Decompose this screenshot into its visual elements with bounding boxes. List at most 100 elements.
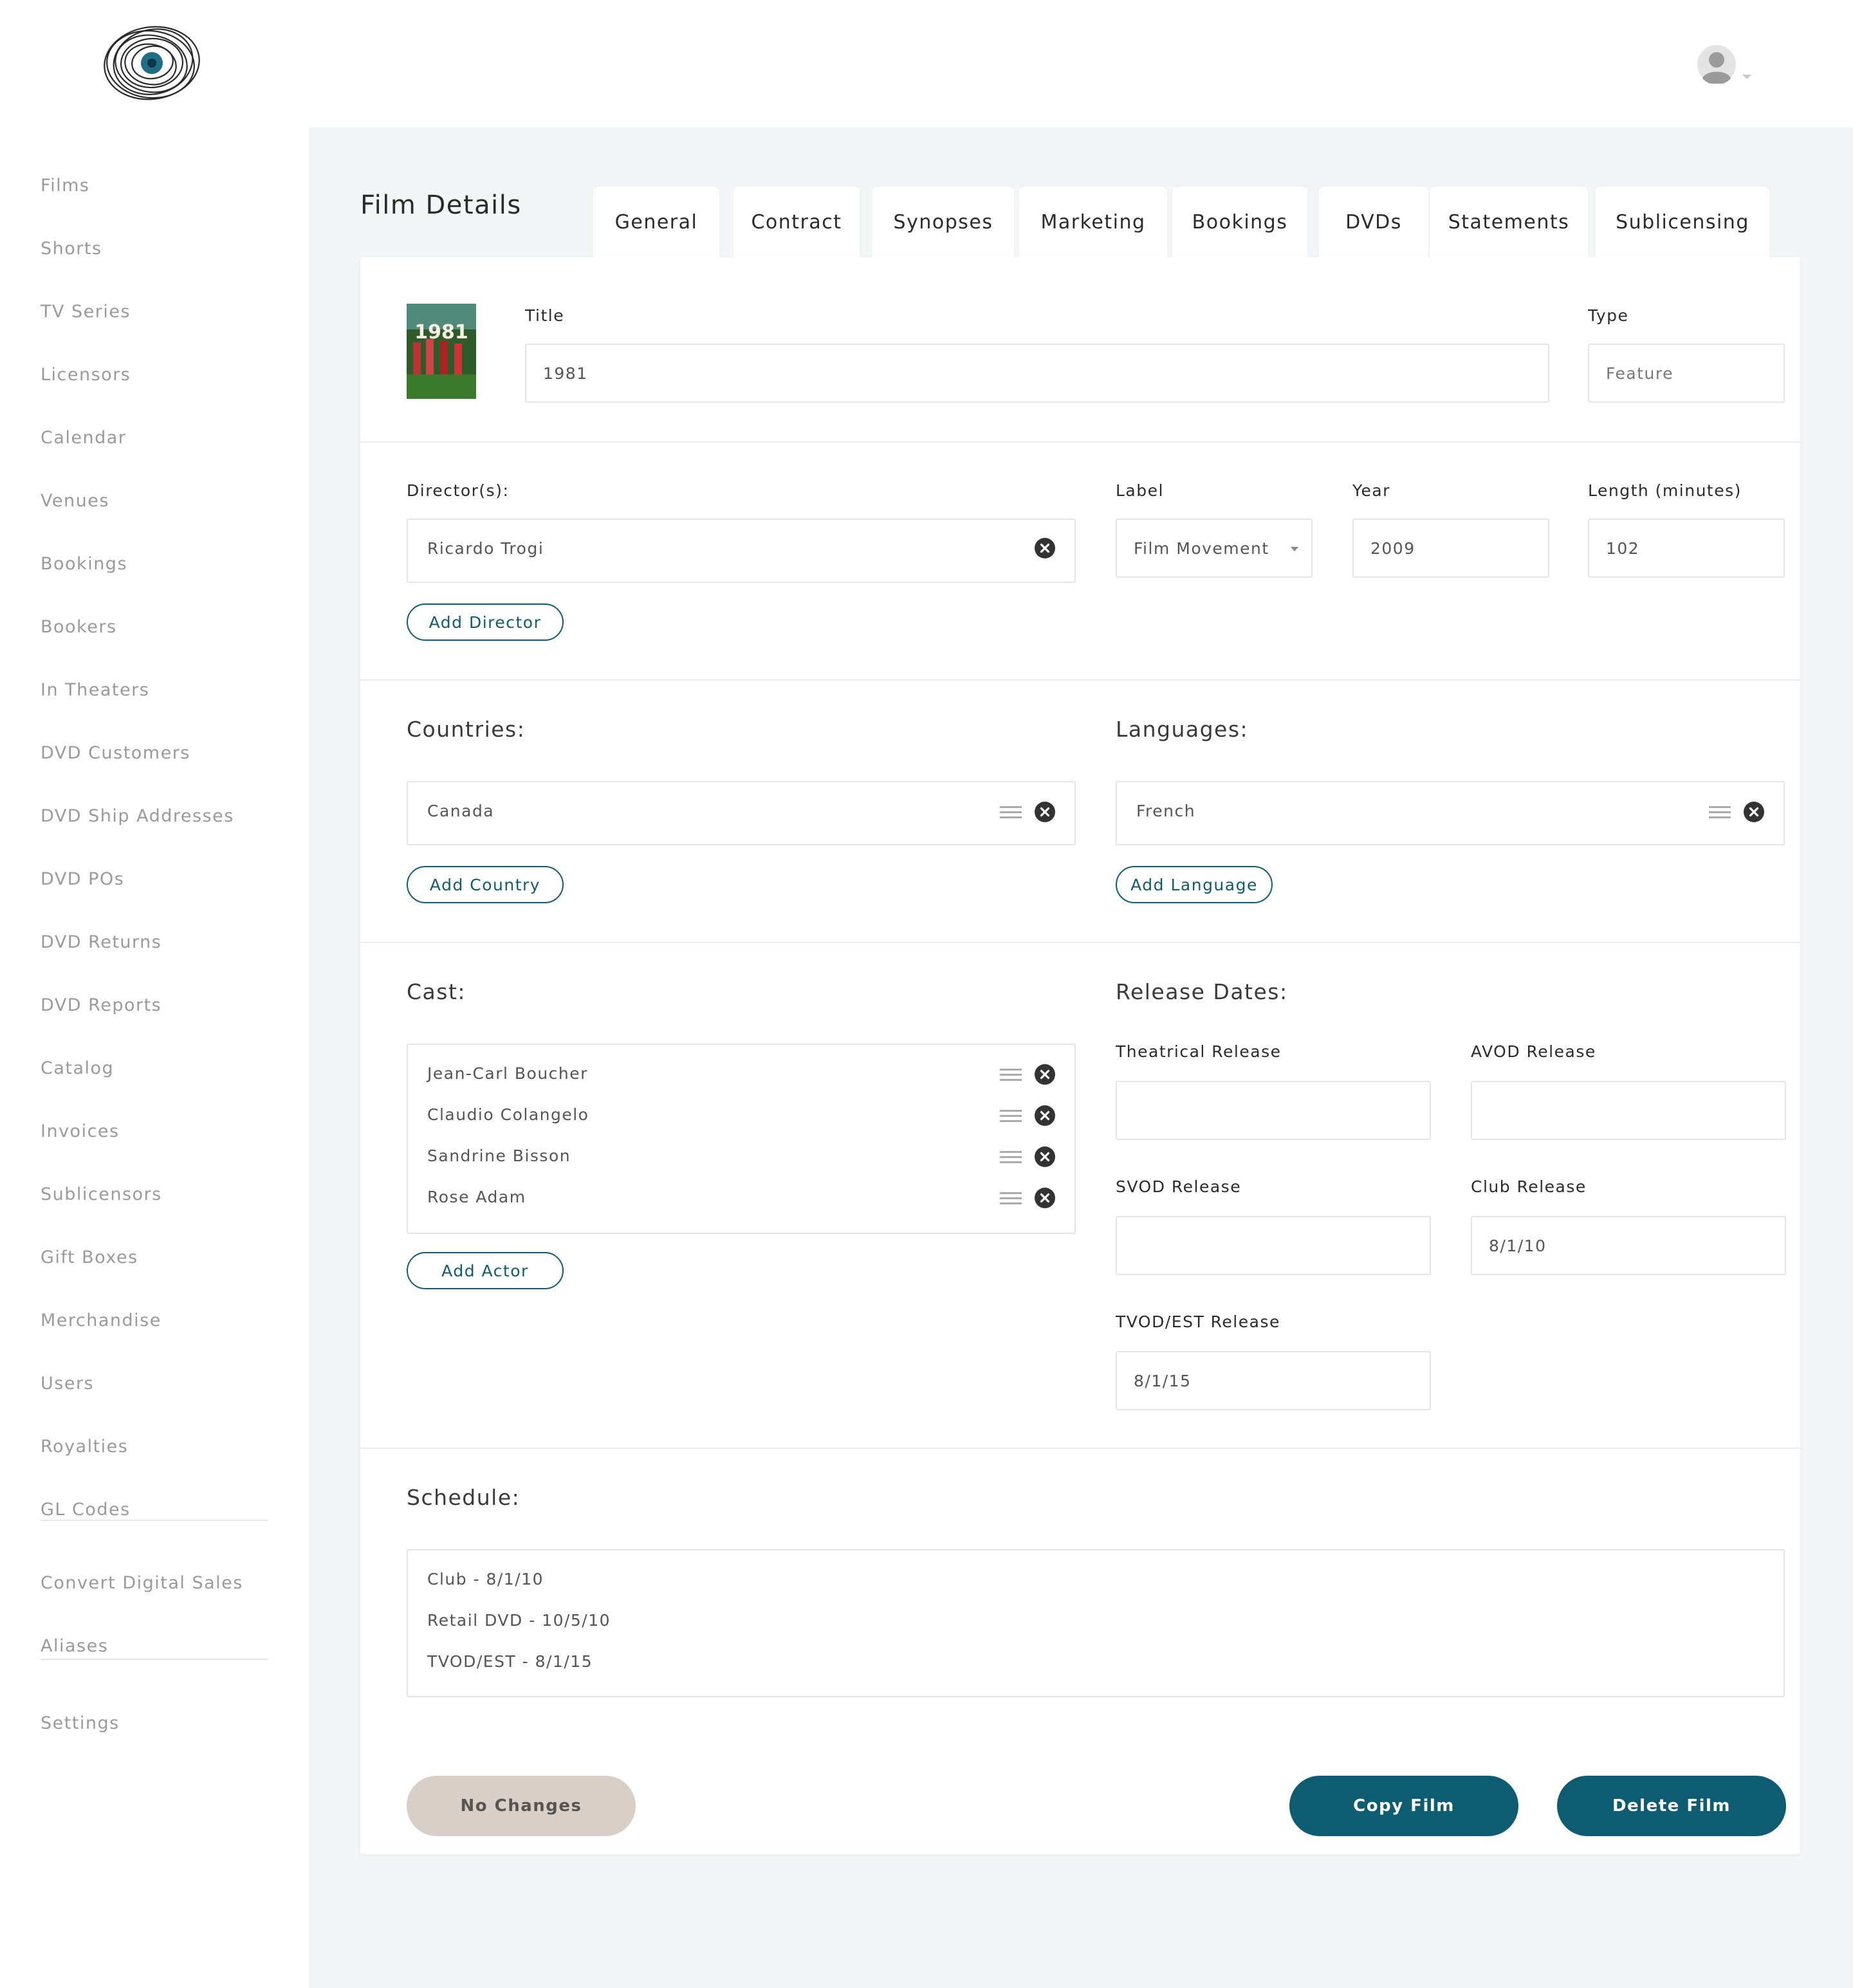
sidebar-item-aliases[interactable]: Aliases [41,1635,108,1657]
section-divider [360,942,1800,943]
close-circle-icon[interactable] [1035,538,1055,558]
poster-title: 1981 [414,321,468,344]
sidebar-divider [41,1520,268,1521]
close-circle-icon[interactable] [1035,1146,1055,1167]
section-divider [360,1448,1800,1449]
sidebar-item-bookers[interactable]: Bookers [41,616,117,638]
chevron-down-icon[interactable] [1742,75,1751,79]
sidebar-item-settings[interactable]: Settings [41,1713,120,1735]
year-input[interactable]: 2009 [1352,519,1549,578]
section-divider [360,679,1800,681]
countries-list: Canada [407,781,1076,845]
eye-logo-icon[interactable] [98,23,202,104]
schedule-list: Club - 8/1/10 Retail DVD - 10/5/10 TVOD/ES… [407,1549,1785,1697]
drag-handle-icon[interactable] [1000,1109,1022,1123]
tab-contract[interactable]: Contract [733,187,860,257]
sidebar: Films Shorts TV Series Licensors Calendar Ven… [0,0,309,1988]
tab-statements[interactable]: Statements [1430,187,1588,257]
label-select-value: Film Movement [1134,538,1269,558]
add-actor-button[interactable]: Add Actor [407,1252,564,1289]
type-label: Type [1588,306,1629,325]
label-label: Label [1116,481,1164,500]
schedule-label: Schedule: [407,1485,521,1510]
delete-film-button[interactable]: Delete Film [1557,1776,1786,1836]
no-changes-button[interactable]: No Changes [407,1776,636,1836]
tab-marketing[interactable]: Marketing [1019,187,1167,257]
language-name: French [1136,802,1196,820]
release-dates-label: Release Dates: [1116,979,1288,1004]
sidebar-item-convert-digital-sales[interactable]: Convert Digital Sales [41,1572,243,1594]
director-name: Ricardo Trogi [427,539,544,558]
add-country-button[interactable]: Add Country [407,866,564,903]
sidebar-item-dvd-pos[interactable]: DVD POs [41,869,124,890]
sidebar-item-dvd-customers[interactable]: DVD Customers [41,742,190,764]
sidebar-item-sublicensors[interactable]: Sublicensors [41,1184,162,1206]
schedule-item: Retail DVD - 10/5/10 [427,1611,611,1630]
copy-film-button[interactable]: Copy Film [1289,1776,1518,1836]
tab-synopses[interactable]: Synopses [872,187,1014,257]
drag-handle-icon[interactable] [1000,1068,1022,1082]
cast-member-name: Sandrine Bisson [427,1146,571,1165]
sidebar-item-invoices[interactable]: Invoices [41,1121,120,1143]
schedule-item: TVOD/EST - 8/1/15 [427,1652,593,1671]
sidebar-item-merchandise[interactable]: Merchandise [41,1310,161,1332]
country-name: Canada [427,802,495,820]
sidebar-item-gift-boxes[interactable]: Gift Boxes [41,1247,138,1269]
svod-release-input[interactable] [1116,1216,1431,1275]
sidebar-item-users[interactable]: Users [41,1373,94,1395]
add-language-button[interactable]: Add Language [1116,866,1273,903]
club-release-input[interactable]: 8/1/10 [1471,1216,1786,1275]
title-label: Title [525,306,565,325]
sidebar-item-venues[interactable]: Venues [41,490,109,512]
sidebar-item-films[interactable]: Films [41,175,89,197]
cast-list: Jean-Carl Boucher Claudio Colangelo Sandri… [407,1044,1076,1234]
cast-member-name: Claudio Colangelo [427,1105,589,1124]
sidebar-item-gl-codes[interactable]: GL Codes [41,1499,131,1521]
sidebar-item-royalties[interactable]: Royalties [41,1436,128,1458]
drag-handle-icon[interactable] [1000,1150,1022,1164]
close-circle-icon[interactable] [1035,802,1055,822]
close-circle-icon[interactable] [1035,1188,1055,1208]
sidebar-item-tv-series[interactable]: TV Series [41,301,131,323]
close-circle-icon[interactable] [1035,1064,1055,1085]
languages-label: Languages: [1116,717,1249,742]
add-director-button[interactable]: Add Director [407,603,564,641]
chevron-down-icon [1291,547,1298,551]
length-input[interactable]: 102 [1588,519,1785,578]
sidebar-item-dvd-ship-addresses[interactable]: DVD Ship Addresses [41,805,234,827]
avod-release-input[interactable] [1471,1081,1786,1140]
sidebar-item-shorts[interactable]: Shorts [41,238,102,260]
close-circle-icon[interactable] [1744,802,1764,822]
tab-dvds[interactable]: DVDs [1319,187,1428,257]
tvod-release-input[interactable]: 8/1/15 [1116,1351,1431,1410]
directors-list: Ricardo Trogi [407,519,1076,583]
club-release-label: Club Release [1471,1177,1587,1196]
avod-release-label: AVOD Release [1471,1042,1596,1061]
schedule-item: Club - 8/1/10 [427,1570,544,1588]
sidebar-item-dvd-returns[interactable]: DVD Returns [41,932,161,953]
drag-handle-icon[interactable] [1000,1192,1022,1206]
tvod-release-label: TVOD/EST Release [1116,1312,1280,1331]
sidebar-item-licensors[interactable]: Licensors [41,364,131,386]
type-field[interactable]: Feature [1588,344,1785,403]
sidebar-item-dvd-reports[interactable]: DVD Reports [41,995,161,1017]
drag-handle-icon[interactable] [1709,805,1731,820]
tab-sublicensing[interactable]: Sublicensing [1596,187,1769,257]
cast-label: Cast: [407,979,466,1004]
languages-list: French [1116,781,1785,845]
section-divider [360,441,1800,443]
tab-general[interactable]: General [593,187,719,257]
tab-bookings[interactable]: Bookings [1172,187,1307,257]
title-input[interactable]: 1981 [525,344,1549,403]
user-avatar-icon[interactable] [1697,45,1736,84]
sidebar-item-bookings[interactable]: Bookings [41,553,127,575]
close-circle-icon[interactable] [1035,1105,1055,1126]
sidebar-item-calendar[interactable]: Calendar [41,427,126,449]
label-select[interactable]: Film Movement [1116,519,1313,578]
theatrical-release-input[interactable] [1116,1081,1431,1140]
sidebar-item-catalog[interactable]: Catalog [41,1058,114,1080]
drag-handle-icon[interactable] [1000,805,1022,820]
year-label: Year [1352,481,1390,500]
sidebar-item-in-theaters[interactable]: In Theaters [41,679,149,701]
theatrical-release-label: Theatrical Release [1116,1042,1282,1061]
